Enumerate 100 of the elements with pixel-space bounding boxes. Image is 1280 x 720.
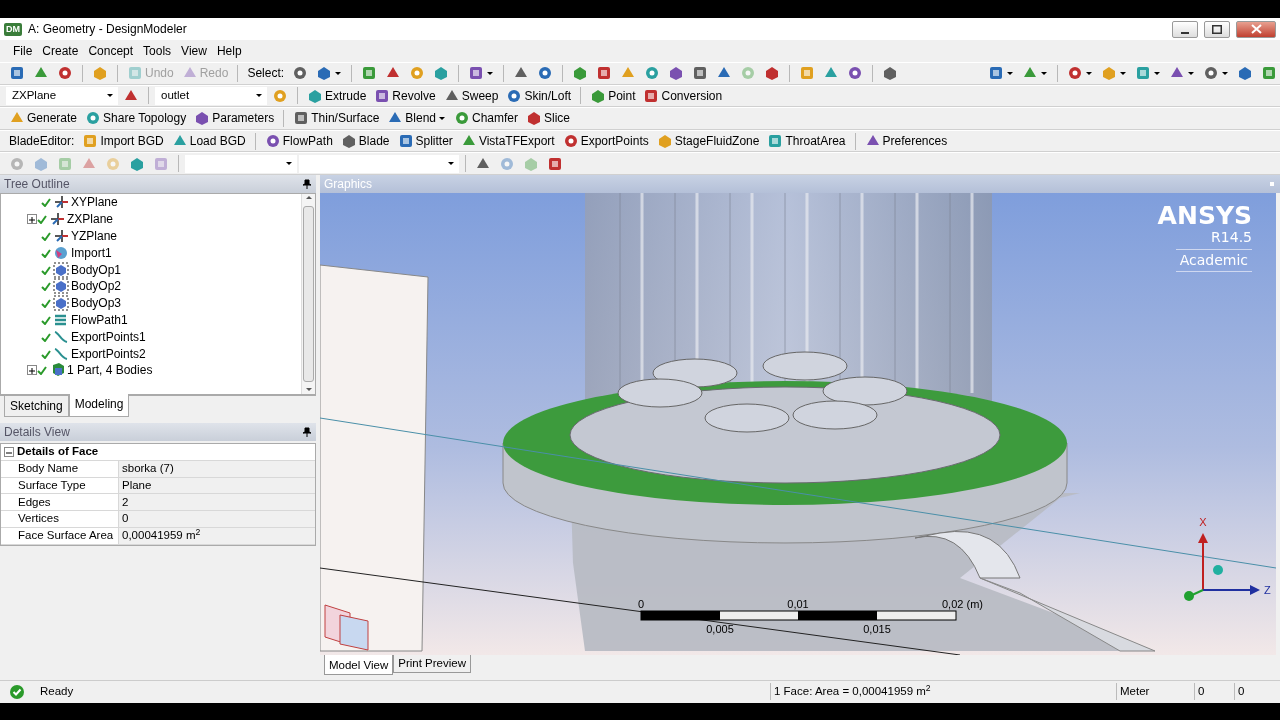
expand-toggle[interactable] xyxy=(27,365,37,376)
toolbar-button[interactable]: Splitter xyxy=(394,131,456,151)
tool-icon xyxy=(292,65,309,82)
menu-item[interactable]: File xyxy=(8,42,38,60)
check-icon xyxy=(37,365,47,376)
tree-item[interactable]: BodyOp2 xyxy=(71,277,122,296)
toolbar-button[interactable]: VistaTFExport xyxy=(457,131,558,151)
toolbar-button[interactable]: Import BGD xyxy=(79,131,167,151)
tool-icon xyxy=(847,65,864,82)
caret-icon xyxy=(486,69,495,77)
tree-item[interactable]: ExportPoints2 xyxy=(71,344,146,363)
tree-item[interactable]: FlowPath1 xyxy=(71,310,128,329)
toolbar-button[interactable]: Sweep xyxy=(440,86,502,106)
menu-item[interactable]: View xyxy=(176,42,212,60)
menu-item[interactable]: Help xyxy=(211,42,247,60)
view-tab[interactable]: Model View xyxy=(324,654,394,676)
toolbar-button[interactable]: Slice xyxy=(523,109,574,128)
dropdown-field[interactable] xyxy=(185,154,297,173)
scale-label: 0,01 xyxy=(787,597,809,610)
menu-item[interactable]: Concept xyxy=(83,42,139,60)
status-field: 0 xyxy=(1194,683,1234,701)
check-icon xyxy=(41,348,51,359)
tree-node-icon xyxy=(53,328,69,345)
scrollbar-thumb[interactable] xyxy=(303,205,314,382)
toolbar-button[interactable]: Extrude xyxy=(304,86,370,106)
toolbar-button[interactable]: Share Topology xyxy=(82,109,190,128)
tool-icon xyxy=(590,87,607,104)
tool-icon xyxy=(740,65,757,82)
tree-item[interactable]: BodyOp3 xyxy=(71,294,122,313)
toolbar-button[interactable]: Parameters xyxy=(191,109,278,128)
tree-item[interactable]: 1 Part, 4 Bodies xyxy=(67,361,153,380)
toolbar-button[interactable]: FlowPath xyxy=(261,131,336,151)
menu-item[interactable]: Create xyxy=(37,42,84,60)
minimize-button[interactable] xyxy=(1172,20,1198,38)
expand-toggle[interactable] xyxy=(27,214,37,225)
status-field: 0 xyxy=(1234,683,1274,701)
tree-item[interactable]: ExportPoints1 xyxy=(71,327,146,346)
pin-icon xyxy=(302,426,312,437)
toolbar-button[interactable]: Generate xyxy=(6,109,81,128)
tool-icon xyxy=(764,65,781,82)
logo-name: ANSYS xyxy=(1157,202,1252,229)
maximize-button[interactable] xyxy=(1204,20,1230,38)
plus-icon xyxy=(28,366,36,375)
collapse-toggle[interactable] xyxy=(4,446,14,457)
toolbar-button[interactable]: Blade xyxy=(337,131,393,151)
tool-icon xyxy=(572,65,589,82)
scrollbar[interactable] xyxy=(301,193,315,394)
logo-edition: Academic xyxy=(1175,248,1252,272)
tool-icon xyxy=(433,65,450,82)
view-cube-icon xyxy=(324,604,369,651)
tool-icon xyxy=(272,87,288,104)
tool-icon xyxy=(656,133,673,150)
caret-icon xyxy=(106,92,114,100)
toolbar-button[interactable]: Chamfer xyxy=(451,109,522,128)
property-value: 2 xyxy=(119,494,315,511)
tree-item[interactable]: ZXPlane xyxy=(67,210,114,229)
toolbar-button[interactable]: ExportPoints xyxy=(559,131,652,151)
tree-item[interactable]: Import1 xyxy=(71,243,112,262)
toolbar-button[interactable]: Load BGD xyxy=(168,131,249,151)
tree-item[interactable]: YZPlane xyxy=(71,226,118,245)
toolbar-button[interactable]: Preferences xyxy=(861,131,951,151)
toolbar-button[interactable]: Conversion xyxy=(640,86,726,106)
pin-icon xyxy=(302,178,312,189)
tool-icon xyxy=(397,133,414,150)
tree-item[interactable]: BodyOp1 xyxy=(71,260,122,279)
check-icon xyxy=(41,247,51,258)
menu-item[interactable]: Tools xyxy=(138,42,177,60)
tool-icon xyxy=(767,133,784,150)
tree-item[interactable]: XYPlane xyxy=(71,193,118,212)
toolbar-button[interactable]: ThroatArea xyxy=(764,131,849,151)
dropdown-field[interactable]: outlet xyxy=(155,86,267,105)
tool-icon xyxy=(537,65,554,82)
toolbar-button[interactable]: Point xyxy=(587,86,639,106)
toolbar-button[interactable]: Revolve xyxy=(371,86,439,106)
window-title: A: Geometry - DesignModeler xyxy=(28,21,188,38)
tool-icon xyxy=(9,155,25,172)
caret-icon xyxy=(1187,69,1195,77)
dropdown-field[interactable]: ZXPlane xyxy=(6,86,118,105)
toolbar-button[interactable]: Thin/Surface xyxy=(290,109,383,128)
tree-node-icon xyxy=(53,295,69,312)
tool-icon xyxy=(562,133,579,150)
panel-tab[interactable]: Sketching xyxy=(4,395,69,417)
check-icon xyxy=(41,197,51,208)
group-heading: Details of Face xyxy=(17,444,99,460)
tool-icon xyxy=(374,87,391,104)
panel-title: Details View xyxy=(4,423,70,441)
tool-icon xyxy=(194,110,211,127)
tool-icon xyxy=(307,87,323,104)
toolbar-button[interactable]: Skin/Loft xyxy=(503,86,575,106)
toolbar-button[interactable]: StageFluidZone xyxy=(653,131,763,151)
caret-icon xyxy=(1221,69,1229,77)
tool-icon xyxy=(1101,65,1117,82)
toolbar-button[interactable]: Blend xyxy=(384,109,449,128)
close-button[interactable] xyxy=(1236,20,1276,38)
tool-icon xyxy=(57,65,73,82)
dropdown-field[interactable] xyxy=(299,154,459,173)
ok-icon xyxy=(10,684,24,699)
tree-node-icon xyxy=(53,278,69,295)
tool-icon xyxy=(264,133,281,150)
panel-title: Graphics xyxy=(324,175,373,193)
